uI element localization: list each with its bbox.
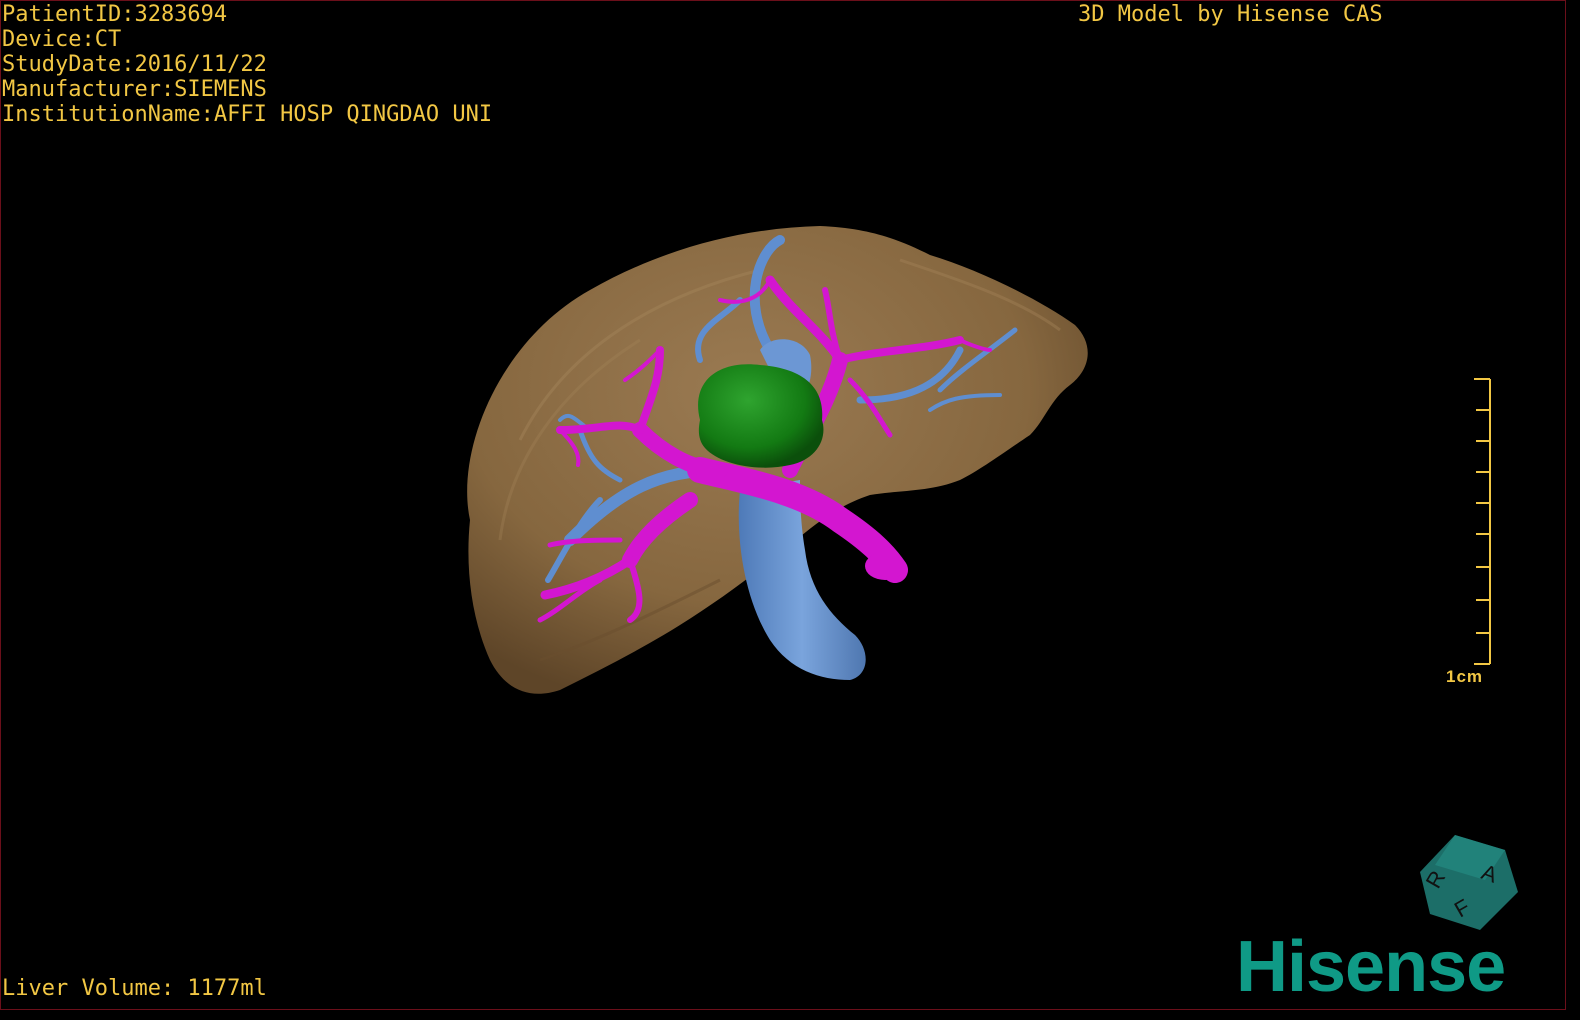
scale-bar bbox=[1474, 378, 1491, 665]
tumor bbox=[698, 364, 824, 468]
device: Device:CT bbox=[2, 27, 122, 52]
liver-model[interactable] bbox=[467, 226, 1088, 694]
institution-name: InstitutionName:AFFI HOSP QINGDAO UNI bbox=[2, 102, 493, 127]
liver-volume: Liver Volume: 1177ml bbox=[2, 976, 267, 1001]
manufacturer: Manufacturer:SIEMENS bbox=[2, 77, 267, 102]
study-info: PatientID:3283694 Device:CT StudyDate:20… bbox=[2, 2, 492, 127]
orientation-cube[interactable]: A R F bbox=[1420, 835, 1518, 930]
scale-bar-label: 1cm bbox=[1446, 667, 1484, 686]
model-credit: 3D Model by Hisense CAS bbox=[1078, 2, 1383, 27]
patient-id: PatientID:3283694 bbox=[2, 2, 228, 27]
hisense-logo: Hisense bbox=[1236, 927, 1506, 1007]
3d-viewport[interactable]: A R F bbox=[0, 0, 1566, 1010]
study-date: StudyDate:2016/11/22 bbox=[2, 52, 267, 77]
